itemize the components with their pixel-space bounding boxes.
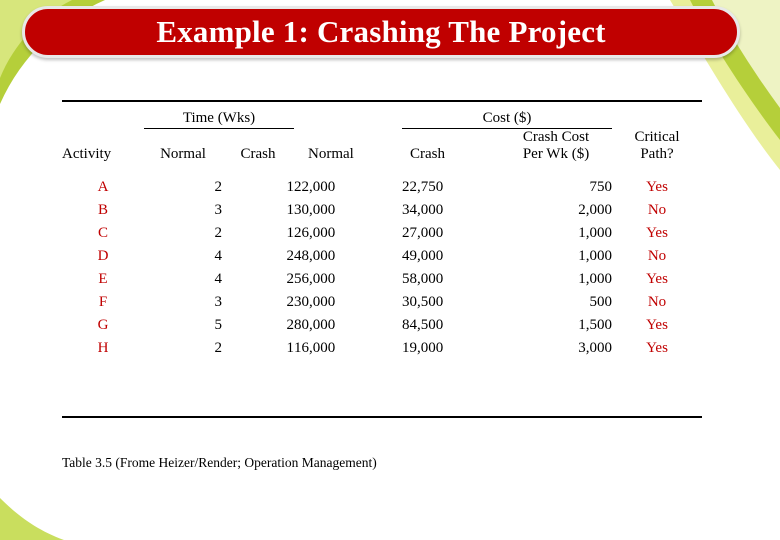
cell-critical-path: Yes <box>646 270 668 287</box>
group-header-cost: Cost ($) <box>482 110 532 126</box>
cell-normal-time: 4 <box>214 270 223 287</box>
cell-critical-path: No <box>647 201 667 218</box>
cell-normal-cost: 22,000 <box>294 178 336 195</box>
col-header-crash-time: Crash <box>240 146 276 163</box>
table-top-rule <box>62 100 702 110</box>
critical-path-line1: Critical <box>634 129 680 145</box>
cell-crash-cost-per-wk: 500 <box>589 293 613 310</box>
table-row: C 2 1 26,000 27,000 1,000 Yes <box>62 222 702 245</box>
cell-critical-path: No <box>647 247 667 264</box>
cell-crash-time: 1 <box>286 178 295 195</box>
critical-path-line2: Path? <box>640 146 674 163</box>
cell-critical-path: Yes <box>646 340 668 357</box>
slide-title-banner: Example 1: Crashing The Project <box>22 6 740 58</box>
cell-crash-time: 1 <box>286 340 295 357</box>
crash-cost-per-wk-line1: Crash Cost <box>522 129 590 145</box>
cell-crash-time: 1 <box>286 224 295 241</box>
col-header-crash-cost-per-wk: Crash Cost Per Wk ($) <box>500 129 612 164</box>
page-title: Example 1: Crashing The Project <box>156 14 606 49</box>
table-row: F 3 2 30,000 30,500 500 No <box>62 291 702 314</box>
cell-normal-time: 5 <box>214 317 223 334</box>
cell-critical-path: Yes <box>646 224 668 241</box>
cell-crash-cost: 84,500 <box>402 317 444 334</box>
cell-normal-cost: 16,000 <box>294 340 336 357</box>
col-header-normal-time: Normal <box>160 146 206 163</box>
cell-crash-cost: 19,000 <box>402 340 444 357</box>
cell-activity: H <box>97 340 109 357</box>
column-header-row: Activity Normal Crash Normal Crash Crash… <box>62 129 702 164</box>
cell-crash-time: 1 <box>286 201 295 218</box>
cell-crash-time: 2 <box>286 247 295 264</box>
cell-normal-time: 4 <box>214 247 223 264</box>
crash-table-container: Time (Wks) Cost ($) Activity Normal Cras… <box>62 100 702 419</box>
cell-crash-cost: 27,000 <box>402 224 444 241</box>
cell-normal-cost: 30,000 <box>294 201 336 218</box>
cell-normal-cost: 48,000 <box>294 247 336 264</box>
table-bottom-rule <box>62 414 702 419</box>
table-row: A 2 1 22,000 22,750 750 Yes <box>62 176 702 199</box>
cell-crash-cost: 58,000 <box>402 270 444 287</box>
col-header-activity: Activity <box>62 146 112 163</box>
cell-critical-path: Yes <box>646 178 668 195</box>
crash-cost-per-wk-line2: Per Wk ($) <box>522 146 590 163</box>
cell-normal-time: 3 <box>214 201 223 218</box>
cell-normal-cost: 80,000 <box>294 317 336 334</box>
cell-crash-cost-per-wk: 3,000 <box>578 340 612 357</box>
cell-crash-time: 2 <box>286 317 295 334</box>
cell-crash-cost-per-wk: 1,000 <box>578 270 612 287</box>
cell-normal-time: 3 <box>214 293 223 310</box>
group-header-time: Time (Wks) <box>182 110 256 126</box>
cell-activity: B <box>97 201 108 218</box>
cell-crash-cost: 49,000 <box>402 247 444 264</box>
decoration-bottom-left <box>0 498 64 540</box>
header-body-spacer <box>62 164 702 176</box>
cell-activity: A <box>97 178 109 195</box>
cell-activity: E <box>98 270 108 287</box>
table-row: B 3 1 30,000 34,000 2,000 No <box>62 199 702 222</box>
cell-normal-time: 2 <box>214 224 223 241</box>
cell-activity: F <box>98 293 108 310</box>
col-header-normal-cost: Normal <box>308 146 354 163</box>
cell-critical-path: Yes <box>646 317 668 334</box>
table-row: D 4 2 48,000 49,000 1,000 No <box>62 245 702 268</box>
cell-normal-cost: 56,000 <box>294 270 336 287</box>
cell-crash-cost: 30,500 <box>402 293 444 310</box>
cell-normal-time: 2 <box>214 178 223 195</box>
cell-crash-cost-per-wk: 2,000 <box>578 201 612 218</box>
cell-normal-time: 2 <box>214 340 223 357</box>
table-row: H 2 1 16,000 19,000 3,000 Yes <box>62 337 702 360</box>
table-row: G 5 2 80,000 84,500 1,500 Yes <box>62 314 702 337</box>
table-bottom-spacer <box>62 360 702 414</box>
cell-normal-cost: 26,000 <box>294 224 336 241</box>
col-header-crash-cost: Crash <box>410 146 445 163</box>
cell-activity: D <box>97 247 109 264</box>
cell-crash-cost-per-wk: 750 <box>589 178 613 195</box>
cell-crash-time: 2 <box>286 293 295 310</box>
table-row: E 4 2 56,000 58,000 1,000 Yes <box>62 268 702 291</box>
cell-crash-cost-per-wk: 1,500 <box>578 317 612 334</box>
cell-crash-cost: 34,000 <box>402 201 444 218</box>
table-caption: Table 3.5 (Frome Heizer/Render; Operatio… <box>62 455 377 470</box>
cell-crash-time: 2 <box>286 270 295 287</box>
cell-crash-cost-per-wk: 1,000 <box>578 224 612 241</box>
col-header-critical-path: Critical Path? <box>612 129 702 164</box>
cell-crash-cost-per-wk: 1,000 <box>578 247 612 264</box>
group-header-row: Time (Wks) Cost ($) <box>62 110 702 127</box>
cell-activity: G <box>97 317 109 334</box>
cell-normal-cost: 30,000 <box>294 293 336 310</box>
cell-activity: C <box>97 224 108 241</box>
crash-table: Time (Wks) Cost ($) Activity Normal Cras… <box>62 100 702 419</box>
cell-critical-path: No <box>647 293 667 310</box>
cell-crash-cost: 22,750 <box>402 178 444 195</box>
table-body: A 2 1 22,000 22,750 750 Yes B 3 1 30,000 34,000 2,00… <box>62 176 702 361</box>
